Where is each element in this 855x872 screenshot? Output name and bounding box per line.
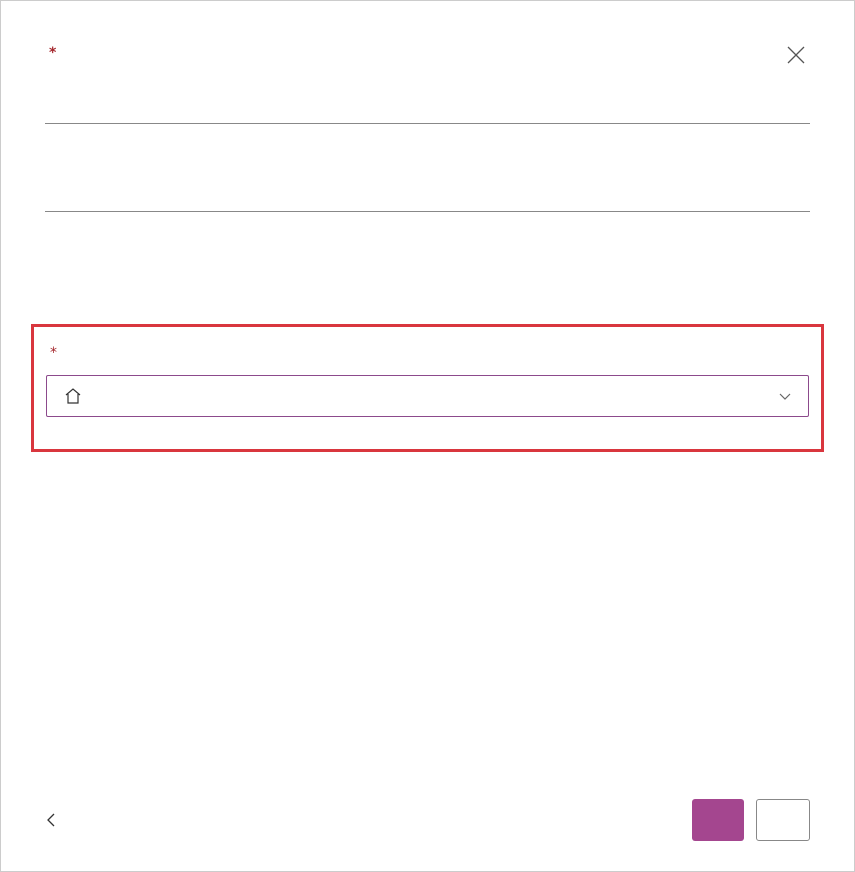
save-to-section: * [31, 324, 824, 452]
required-indicator: * [50, 345, 57, 361]
save-to-label: * [46, 345, 809, 361]
create-list-dialog: * * [1, 1, 854, 452]
home-icon [63, 386, 83, 406]
close-button[interactable] [782, 41, 810, 69]
dialog-footer [45, 799, 810, 841]
create-button[interactable] [692, 799, 744, 841]
back-button[interactable] [45, 812, 69, 828]
chevron-down-icon [778, 389, 792, 403]
required-indicator: * [49, 45, 56, 61]
chevron-left-icon [45, 812, 57, 828]
close-icon [787, 46, 805, 64]
cancel-button[interactable] [756, 799, 810, 841]
description-input[interactable] [45, 170, 810, 212]
name-label: * [45, 45, 810, 61]
name-input[interactable] [45, 67, 810, 124]
save-to-dropdown[interactable] [46, 375, 809, 417]
